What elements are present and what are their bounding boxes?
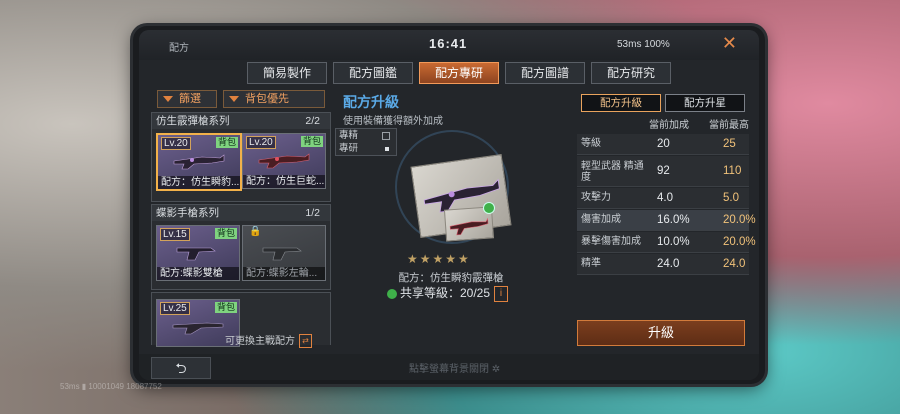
recipe-group-pistol: 蝶影手槍系列 1/2 Lv.15 背包 配方:蝶影雙槍 🔒 配方:蝶影左輪... — [151, 204, 331, 290]
screen-title: 配方 — [169, 43, 189, 54]
stats-panel: 配方升級 配方升星 當前加成 當前最高 等級 20 25 輕型武器 精通度 92… — [577, 94, 756, 352]
recipe-card[interactable]: Lv.15 背包 配方:蝶影雙槍 — [156, 225, 240, 281]
filled-dot-icon — [385, 147, 389, 151]
phone-device: 配方 16:41 53ms 100% ✕ 簡易製作 配方圖鑑 配方專研 配方圖譜… — [133, 26, 765, 384]
group-title: 仿生霰彈槍系列 — [156, 115, 230, 127]
filter-button[interactable]: 篩選 — [157, 90, 217, 108]
dropdown-triangle-icon — [229, 96, 239, 103]
back-button[interactable]: ⮌ — [151, 357, 211, 379]
checkbox-icon — [382, 132, 390, 140]
clock: 16:41 — [429, 36, 468, 51]
recipe-card[interactable]: Lv.20 背包 配方：仿生瞬豹... — [156, 133, 242, 191]
phone-screen: 配方 16:41 53ms 100% ✕ 簡易製作 配方圖鑑 配方專研 配方圖譜… — [139, 30, 759, 380]
dropdown-triangle-icon — [163, 96, 173, 103]
recipe-name: 配方：仿生瞬豹霰彈槍 — [398, 272, 504, 284]
tab-simple-craft[interactable]: 簡易製作 — [247, 62, 327, 84]
tab-recipe-catalog[interactable]: 配方圖鑑 — [333, 62, 413, 84]
panel-subtitle: 使用裝備獲得額外加成 — [343, 116, 443, 127]
stat-row: 攻擊力 4.0 5.0 — [577, 188, 749, 209]
tab-recipe-upgrade[interactable]: 配方升級 — [581, 94, 661, 112]
group-count: 2/2 — [305, 115, 320, 127]
column-header-current: 當前加成 — [649, 120, 689, 131]
stat-row: 等級 20 25 — [577, 134, 749, 155]
recipe-group-shotgun: 仿生霰彈槍系列 2/2 Lv.20 背包 配方：仿生瞬豹... Lv.20 背包… — [151, 112, 331, 202]
tab-recipe-star-up[interactable]: 配方升星 — [665, 94, 745, 112]
rifle-icon — [172, 322, 224, 335]
group-count: 1/2 — [305, 207, 320, 219]
main-tabs: 簡易製作 配方圖鑑 配方專研 配方圖譜 配方研究 — [247, 62, 671, 84]
tab-recipe-research[interactable]: 配方研究 — [591, 62, 671, 84]
close-icon[interactable]: ✕ — [722, 33, 737, 54]
group-title: 蝶影手槍系列 — [156, 207, 219, 219]
legend: 專精 專研 — [335, 128, 397, 156]
status-bar: 配方 16:41 53ms 100% ✕ — [139, 30, 759, 60]
stat-row: 輕型武器 精通度 92 110 — [577, 156, 749, 187]
recipe-card-locked[interactable]: 🔒 配方:蝶影左輪... — [242, 225, 326, 281]
recipe-upgrade-panel: 配方升級 使用裝備獲得額外加成 專精 專研 ★★★★★ 配方：仿生瞬豹霰彈槍 共… — [335, 90, 567, 352]
share-level: 共享等級：20/25 i — [387, 284, 509, 302]
share-icon — [387, 288, 397, 299]
close-hint: 點擊螢幕背景關閉 ✲ — [409, 364, 501, 375]
tab-recipe-atlas[interactable]: 配方圖譜 — [505, 62, 585, 84]
shotgun-icon — [258, 153, 310, 169]
column-header-max: 當前最高 — [709, 120, 749, 131]
info-icon[interactable]: i — [494, 285, 509, 302]
rarity-stars: ★★★★★ — [407, 252, 471, 266]
shotgun-icon — [173, 154, 225, 170]
share-icon — [483, 202, 495, 214]
revolver-icon — [262, 247, 302, 261]
lock-icon: 🔒 — [249, 226, 262, 237]
swap-icon: ⇄ — [299, 334, 312, 349]
bottom-bar: ⮌ 點擊螢幕背景關閉 ✲ — [139, 354, 759, 380]
stat-row: 精準 24.0 24.0 — [577, 254, 749, 275]
recipe-list: 篩選 背包優先 仿生霰彈槍系列 2/2 Lv.20 背包 配方：仿生瞬豹... … — [151, 90, 331, 352]
bag-priority-button[interactable]: 背包優先 — [223, 90, 325, 108]
panel-title: 配方升級 — [343, 94, 399, 110]
tab-recipe-study[interactable]: 配方專研 — [419, 62, 499, 84]
pistol-icon — [176, 247, 216, 261]
upgrade-button[interactable]: 升級 — [577, 320, 745, 346]
back-arrow-icon: ⮌ — [175, 360, 187, 376]
network-battery-status: 53ms 100% — [617, 39, 670, 50]
stat-row: 暴擊傷害加成 10.0% 20.0% — [577, 232, 756, 253]
swap-main-recipe[interactable]: 可更換主戰配方 ⇄ — [225, 332, 312, 349]
debug-overlay: 53ms ▮ 10001049 18087752 — [60, 382, 162, 391]
recipe-card[interactable]: Lv.20 背包 配方：仿生巨蛇... — [242, 133, 326, 189]
stat-row: 傷害加成 16.0% 20.0% — [577, 210, 756, 231]
